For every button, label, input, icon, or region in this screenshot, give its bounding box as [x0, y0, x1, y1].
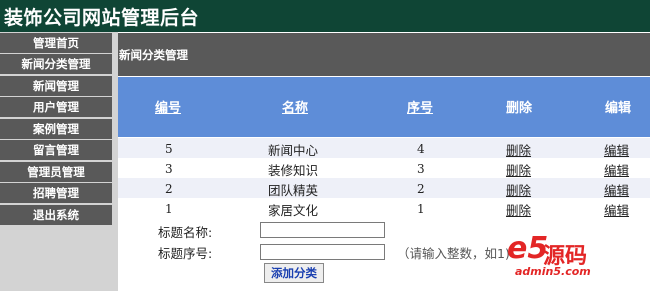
column-header-id[interactable]: 编号 [155, 97, 181, 116]
watermark-logo: e5 源码 admin5.com [507, 231, 617, 285]
row-name: 团队精英 [268, 183, 319, 198]
page-title: 新闻分类管理 [119, 48, 188, 62]
row-order: 1 [417, 202, 425, 216]
table-row: 3 装修知识 3 删除 编辑 [118, 158, 650, 178]
app-title: 装饰公司网站管理后台 [4, 7, 200, 29]
sidebar-item-messages[interactable]: 留言管理 [0, 140, 112, 160]
sidebar-item-admins[interactable]: 管理员管理 [0, 162, 112, 182]
row-order: 4 [417, 142, 425, 156]
sidebar-item-news[interactable]: 新闻管理 [0, 76, 112, 96]
title-name-input[interactable] [260, 222, 385, 238]
row-edit-link[interactable]: 编辑 [604, 200, 629, 219]
page-header: 新闻分类管理 [118, 33, 650, 76]
table-row: 2 团队精英 2 删除 编辑 [118, 178, 650, 198]
column-header-order[interactable]: 序号 [407, 97, 433, 116]
row-id: 1 [165, 202, 173, 216]
row-edit-link[interactable]: 编辑 [604, 160, 629, 179]
row-name: 家居文化 [268, 203, 319, 218]
watermark-url: admin5.com [515, 265, 591, 278]
column-header-edit: 编辑 [605, 101, 632, 116]
add-category-button[interactable]: 添加分类 [264, 263, 324, 283]
row-edit-link[interactable]: 编辑 [604, 180, 629, 199]
table-row: 1 家居文化 1 删除 编辑 [118, 198, 650, 218]
row-delete-link[interactable]: 删除 [506, 140, 531, 159]
row-id: 5 [165, 142, 173, 156]
title-order-label: 标题序号: [158, 246, 213, 261]
row-name: 新闻中心 [268, 143, 319, 158]
row-id: 3 [165, 162, 173, 176]
app-header: 装饰公司网站管理后台 [0, 0, 650, 32]
row-edit-link[interactable]: 编辑 [604, 140, 629, 159]
sidebar: 管理首页 新闻分类管理 新闻管理 用户管理 案例管理 留言管理 管理员管理 招聘… [0, 32, 118, 291]
row-order: 3 [417, 162, 425, 176]
row-delete-link[interactable]: 删除 [506, 200, 531, 219]
sidebar-item-home[interactable]: 管理首页 [0, 33, 112, 53]
row-delete-link[interactable]: 删除 [506, 180, 531, 199]
sidebar-item-cases[interactable]: 案例管理 [0, 119, 112, 139]
row-id: 2 [165, 182, 173, 196]
sidebar-item-news-category[interactable]: 新闻分类管理 [0, 54, 112, 74]
column-header-delete: 删除 [506, 101, 533, 116]
order-hint: （请输入整数，如1) [397, 246, 510, 261]
sidebar-item-logout[interactable]: 退出系统 [0, 205, 112, 225]
sidebar-item-users[interactable]: 用户管理 [0, 97, 112, 117]
row-name: 装修知识 [268, 163, 319, 178]
title-order-input[interactable] [260, 244, 385, 260]
column-header-name[interactable]: 名称 [282, 97, 308, 116]
table-row: 5 新闻中心 4 删除 编辑 [118, 138, 650, 158]
sidebar-item-recruitment[interactable]: 招聘管理 [0, 183, 112, 203]
title-name-label: 标题名称: [158, 225, 213, 240]
row-delete-link[interactable]: 删除 [506, 160, 531, 179]
row-order: 2 [417, 182, 425, 196]
table-header: 编号 名称 序号 删除 编辑 [118, 77, 650, 137]
